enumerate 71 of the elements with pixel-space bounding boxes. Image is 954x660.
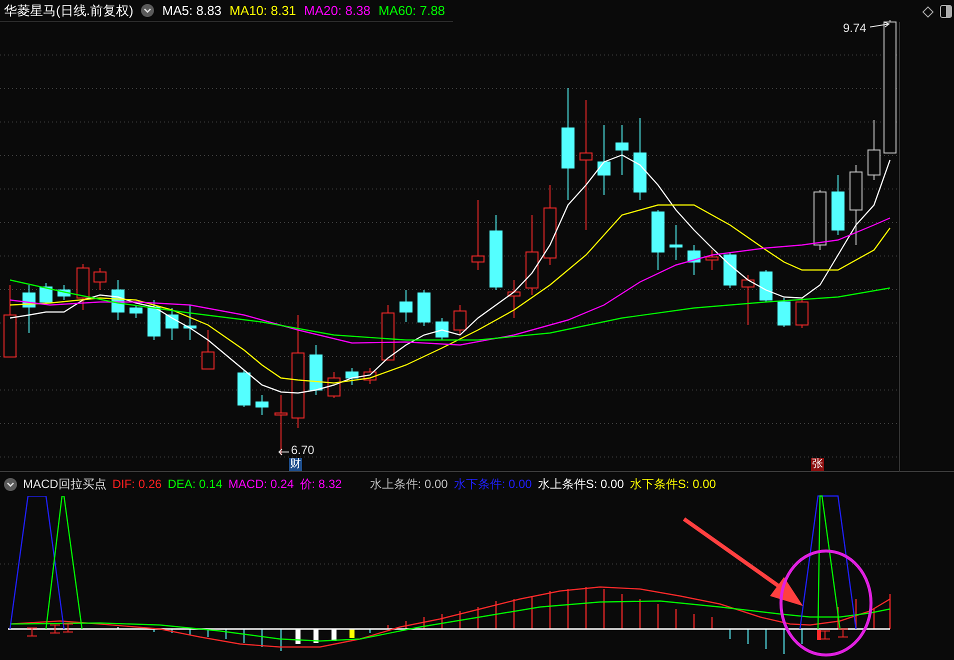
candlestick [328, 372, 340, 398]
candlestick [706, 250, 718, 270]
candlestick [760, 270, 772, 302]
candlestick [454, 304, 466, 336]
candlestick [364, 368, 376, 384]
signal-mark [50, 624, 60, 634]
candlestick [778, 298, 790, 328]
event-marker: 财 [289, 458, 302, 471]
indicator-reading: 水下条件S: 0.00 [630, 476, 716, 493]
candlestick [22, 284, 36, 334]
candlestick [742, 274, 754, 326]
arrow-left-icon [278, 448, 290, 456]
candlestick [130, 304, 142, 318]
ma-reading: MA60: 7.88 [378, 2, 446, 20]
dropdown-icon[interactable] [4, 478, 17, 490]
indicator-reading: 水上条件: 0.00 [370, 476, 448, 493]
indicator-reading: 价: 8.32 [300, 476, 342, 493]
candlestick [166, 308, 178, 340]
stock-title: 华菱星马(日线.前复权) [4, 2, 134, 20]
candlestick [508, 280, 520, 318]
candlestick [616, 124, 628, 176]
signal-mark [26, 628, 38, 636]
indicator-reading: DIF: 0.26 [112, 476, 162, 493]
candlestick [202, 330, 214, 370]
candlestick [346, 368, 358, 386]
candlestick [58, 284, 70, 300]
histogram-bar [296, 629, 300, 644]
indicator-reading: 水上条件S: 0.00 [538, 476, 624, 493]
panel-toggle-icon[interactable] [940, 5, 952, 18]
candlestick [112, 280, 124, 320]
indicator-reading: MACD: 0.24 [228, 476, 294, 493]
candlestick [238, 370, 250, 408]
indicator-reading: DEA: 0.14 [168, 476, 222, 493]
histogram-bar [314, 629, 318, 643]
candlestick [418, 290, 430, 326]
candlestick [148, 300, 160, 340]
candlestick [256, 394, 268, 416]
ma-reading: MA20: 8.38 [304, 2, 371, 20]
signal-mark [62, 624, 74, 632]
histogram-bar [332, 629, 336, 641]
candlestick [94, 268, 106, 290]
candlestick [76, 264, 90, 310]
low-price-label: 6.70 [291, 444, 314, 456]
candlestick [868, 120, 880, 180]
candlestick [598, 124, 610, 196]
ma-reading: MA5: 8.83 [162, 2, 222, 20]
signal-mark [838, 628, 848, 638]
candlestick [400, 290, 412, 322]
candlestick [274, 394, 288, 456]
indicator-reading: 水下条件: 0.00 [454, 476, 532, 493]
candlestick [436, 318, 448, 340]
candlestick [652, 210, 664, 270]
candlestick [40, 282, 52, 306]
leader-line [869, 21, 891, 29]
candlestick [382, 304, 394, 360]
histogram-bar [350, 629, 354, 638]
candlestick [472, 200, 484, 270]
candlestick [670, 224, 682, 260]
candlestick [796, 298, 808, 328]
event-marker: 张 [811, 458, 824, 471]
candlestick [184, 304, 196, 340]
candlestick [832, 174, 844, 236]
ma-reading: MA10: 8.31 [230, 2, 296, 20]
indicator-title: MACD回拉买点 [23, 476, 106, 493]
dropdown-icon[interactable] [141, 4, 154, 17]
candlestick [688, 244, 700, 276]
candlestick [814, 190, 826, 250]
diamond-icon[interactable] [922, 6, 934, 18]
high-price-label: 9.74 [843, 20, 866, 37]
candlestick [724, 252, 736, 288]
candlestick [310, 344, 322, 396]
